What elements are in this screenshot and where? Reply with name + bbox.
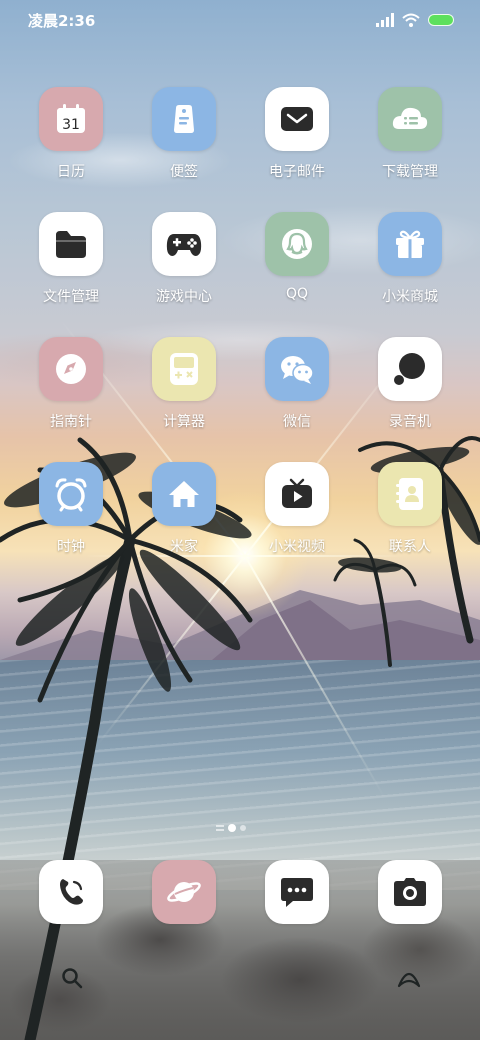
- page-indicator[interactable]: [216, 822, 246, 834]
- app-label: 指南针: [50, 414, 92, 430]
- dock-app-phone[interactable]: [15, 860, 127, 940]
- home-screen: 凌晨2:36 31 日历 便签 电子邮件 下载管理文件管理 游戏中心 QQ 小米商城指南针 计算…: [0, 0, 480, 1040]
- browser-planet-icon[interactable]: [152, 860, 216, 924]
- app-download-cloud[interactable]: 下载管理: [354, 87, 466, 197]
- app-label: QQ: [285, 286, 309, 302]
- dock-app-camera[interactable]: [354, 860, 466, 940]
- status-icons: [376, 11, 454, 29]
- app-folder[interactable]: 文件管理: [15, 212, 127, 322]
- camera-icon[interactable]: [378, 860, 442, 924]
- app-label: 小米视频: [269, 539, 325, 555]
- calculator-icon[interactable]: [152, 337, 216, 401]
- app-tv-play[interactable]: 小米视频: [241, 462, 353, 572]
- app-label: 电子邮件: [269, 164, 325, 180]
- calendar-icon[interactable]: 31: [39, 87, 103, 151]
- search-icon[interactable]: [60, 966, 84, 990]
- notes-icon[interactable]: [152, 87, 216, 151]
- app-label: 下载管理: [382, 164, 438, 180]
- alarm-clock-icon[interactable]: [39, 462, 103, 526]
- qq-penguin-icon[interactable]: [265, 212, 329, 276]
- status-time: 凌晨2:36: [28, 12, 96, 30]
- signal-icon: [376, 13, 394, 27]
- tv-play-icon[interactable]: [265, 462, 329, 526]
- page-dot[interactable]: [240, 825, 246, 831]
- app-gift-box[interactable]: 小米商城: [354, 212, 466, 322]
- app-label: 文件管理: [43, 289, 99, 305]
- recorder-icon[interactable]: [378, 337, 442, 401]
- app-recorder[interactable]: 录音机: [354, 337, 466, 447]
- dock-app-browser-planet[interactable]: [128, 860, 240, 940]
- app-email[interactable]: 电子邮件: [241, 87, 353, 197]
- app-label: 日历: [57, 164, 85, 180]
- ai-assistant-icon[interactable]: [396, 966, 422, 990]
- app-wechat[interactable]: 微信: [241, 337, 353, 447]
- home-icon[interactable]: [152, 462, 216, 526]
- compass-icon[interactable]: [39, 337, 103, 401]
- app-label: 米家: [170, 539, 198, 555]
- battery-icon: [428, 14, 454, 26]
- app-qq-penguin[interactable]: QQ: [241, 212, 353, 322]
- app-gamepad[interactable]: 游戏中心: [128, 212, 240, 322]
- app-label: 游戏中心: [156, 289, 212, 305]
- download-cloud-icon[interactable]: [378, 87, 442, 151]
- contacts-book-icon[interactable]: [378, 462, 442, 526]
- wechat-icon[interactable]: [265, 337, 329, 401]
- wifi-icon: [402, 13, 420, 27]
- app-alarm-clock[interactable]: 时钟: [15, 462, 127, 572]
- app-calendar[interactable]: 31 日历: [15, 87, 127, 197]
- gamepad-icon[interactable]: [152, 212, 216, 276]
- page-indicator-minus-one[interactable]: [216, 825, 224, 831]
- app-label: 小米商城: [382, 289, 438, 305]
- app-home[interactable]: 米家: [128, 462, 240, 572]
- app-compass[interactable]: 指南针: [15, 337, 127, 447]
- app-label: 计算器: [163, 414, 205, 430]
- phone-icon[interactable]: [39, 860, 103, 924]
- app-label: 录音机: [389, 414, 431, 430]
- svg-text:31: 31: [62, 117, 80, 133]
- page-dot-active[interactable]: [228, 824, 236, 832]
- app-calculator[interactable]: 计算器: [128, 337, 240, 447]
- email-icon[interactable]: [265, 87, 329, 151]
- dock-app-messages[interactable]: [241, 860, 353, 940]
- folder-icon[interactable]: [39, 212, 103, 276]
- messages-icon[interactable]: [265, 860, 329, 924]
- app-label: 联系人: [389, 539, 431, 555]
- app-label: 微信: [283, 414, 311, 430]
- app-contacts-book[interactable]: 联系人: [354, 462, 466, 572]
- gift-box-icon[interactable]: [378, 212, 442, 276]
- app-notes[interactable]: 便签: [128, 87, 240, 197]
- app-label: 时钟: [57, 539, 85, 555]
- app-label: 便签: [170, 164, 198, 180]
